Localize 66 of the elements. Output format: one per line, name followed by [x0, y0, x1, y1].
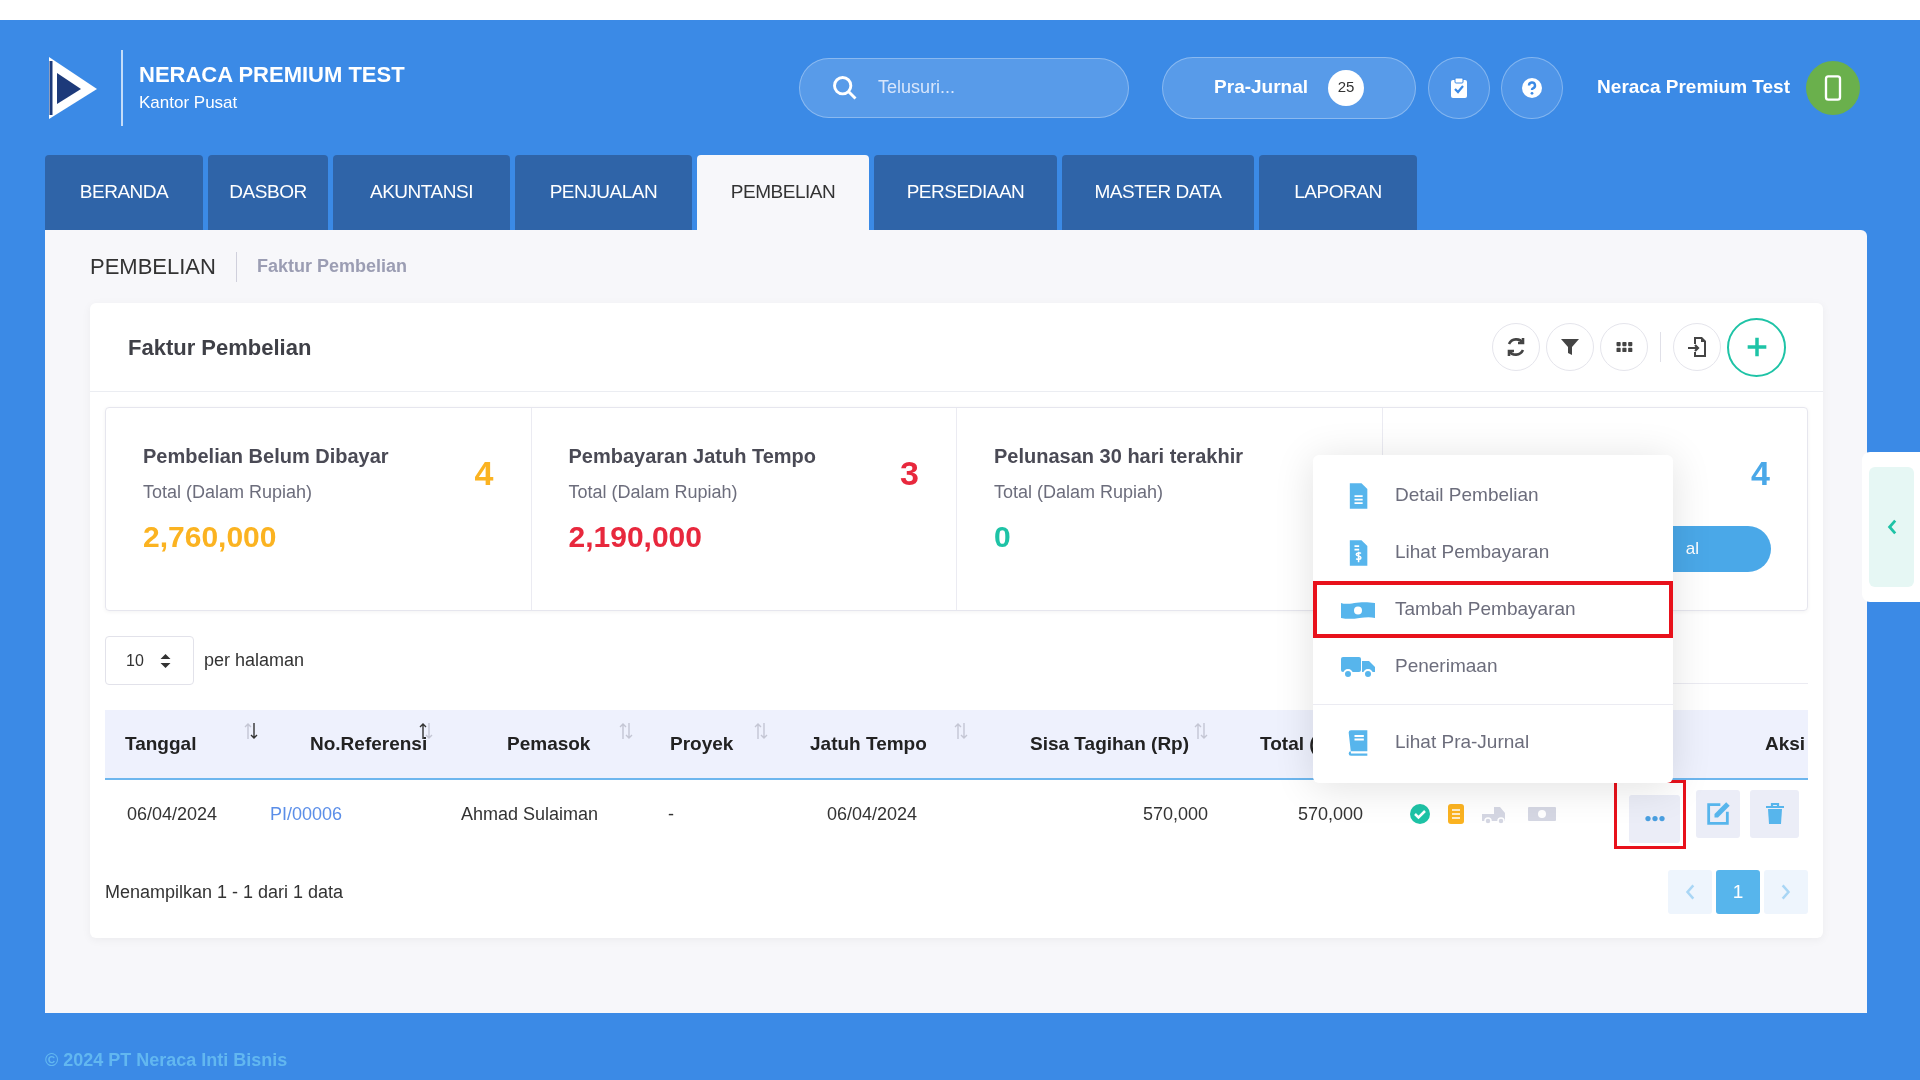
column-header[interactable]: No.Referensi [310, 729, 428, 759]
stat-count: 4 [474, 456, 494, 490]
nav-tab[interactable]: AKUNTANSI [333, 155, 510, 230]
stat-title: Pembelian Belum Dibayar [143, 446, 390, 466]
breadcrumb-section: PEMBELIAN [90, 250, 236, 283]
column-header[interactable]: Proyek [670, 729, 734, 759]
help-icon [1520, 75, 1545, 100]
stat-amount: 2,760,000 [143, 522, 278, 552]
edit-button[interactable] [1696, 790, 1740, 838]
table-cell-text: Ahmad Sulaiman [461, 802, 599, 826]
branch-name: Kantor Pusat [139, 94, 239, 111]
more-button[interactable] [1629, 794, 1680, 843]
reference-link[interactable]: PI/00006 [270, 800, 343, 828]
stat-subtitle: Total (Dalam Rupiah) [143, 483, 314, 501]
table-cell-text: 06/04/2024 [827, 802, 918, 826]
column-header[interactable]: Jatuh Tempo [810, 729, 927, 759]
stat-amount: 2,190,000 [568, 522, 703, 552]
stat-title: Pembayaran Jatuh Tempo [568, 446, 817, 466]
table-cell-text: 570,000 [1142, 802, 1208, 826]
page-size-select[interactable]: 10 [105, 636, 194, 685]
stat-amount: 0 [994, 522, 1012, 552]
dots-icon [1643, 815, 1666, 822]
nav-tab[interactable]: PERSEDIAAN [874, 155, 1057, 230]
nav-tab[interactable]: DASBOR [208, 155, 328, 230]
column-header[interactable]: Pemasok [507, 729, 591, 759]
nav-tab[interactable]: LAPORAN [1259, 155, 1417, 230]
previous-page-button[interactable] [1668, 870, 1712, 914]
nav-tab[interactable]: PEMBELIAN [697, 155, 869, 230]
stat-subtitle: Total (Dalam Rupiah) [568, 483, 739, 501]
stat-count: 3 [900, 456, 919, 490]
user-name: Neraca Premium Test [1597, 75, 1790, 100]
sort-icon[interactable] [244, 722, 258, 740]
edit-icon [1704, 800, 1732, 828]
stat-count: 4 [1751, 456, 1770, 490]
stat-title: Pelunasan 30 hari terakhir [994, 446, 1244, 466]
menu-item[interactable]: Tambah Pembayaran [1313, 581, 1673, 638]
menu-item[interactable]: Detail Pembelian [1313, 467, 1673, 524]
brand-name: NERACA PREMIUM TEST [139, 64, 405, 86]
column-header[interactable]: Tanggal [125, 729, 197, 759]
menu-item[interactable]: Lihat Pra-Jurnal [1313, 714, 1673, 771]
chevron-left-icon [1886, 519, 1897, 535]
summary-text: Menampilkan 1 - 1 dari 1 data [105, 880, 344, 904]
side-panel-toggle[interactable] [1869, 467, 1914, 587]
nav-tab[interactable]: BERANDA [45, 155, 203, 230]
avatar[interactable] [1806, 60, 1860, 115]
chevron-right-icon [1781, 883, 1791, 901]
delete-button[interactable] [1750, 790, 1799, 838]
table-cell-text: 06/04/2024 [127, 802, 218, 826]
table-cell-text: 570,000 [1297, 802, 1363, 826]
table-cell-text: - [668, 802, 674, 826]
chevron-left-icon [1685, 883, 1695, 901]
nav-tab[interactable]: MASTER DATA [1062, 155, 1254, 230]
up-down-arrows-icon [159, 653, 171, 668]
stat-subtitle: Total (Dalam Rupiah) [994, 483, 1165, 501]
count-badge: 25 [1328, 69, 1365, 106]
import-icon [1685, 335, 1709, 359]
nav-tab[interactable]: PENJUALAN [515, 155, 692, 230]
column-header[interactable]: Aksi [1765, 729, 1806, 759]
add-button[interactable] [1727, 317, 1786, 377]
column-header[interactable]: Sisa Tagihan (Rp) [1030, 729, 1190, 759]
next-page-button[interactable] [1764, 870, 1808, 914]
menu-item[interactable]: Penerimaan [1313, 638, 1673, 695]
card-title: Faktur Pembelian [128, 333, 312, 362]
per-page-label: per halaman [204, 649, 305, 672]
pra-jurnal-button[interactable]: Pra-Jurnal 25 [1162, 56, 1417, 119]
menu-item[interactable]: Lihat Pembayaran [1313, 524, 1673, 581]
